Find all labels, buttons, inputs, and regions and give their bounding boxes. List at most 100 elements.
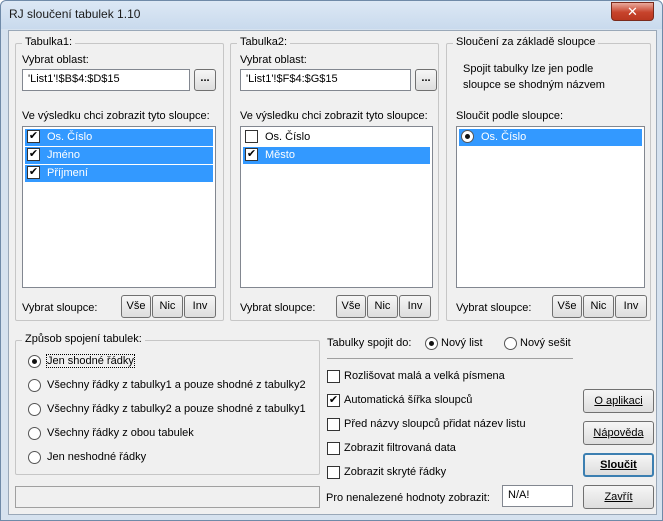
table1-select-columns-label: Vybrat sloupce: <box>22 302 98 314</box>
output-separator <box>327 358 573 359</box>
checkbox[interactable]: ✔ <box>245 148 258 161</box>
merge-select-columns-label: Vybrat sloupce: <box>456 302 532 314</box>
list-item[interactable]: Os. Číslo <box>243 129 430 146</box>
table1-columns-label: Ve výsledku chci zobrazit tyto sloupce: <box>22 110 210 122</box>
table1-group: Tabulka1: Vybrat oblast: 'List1'!$B$4:$D… <box>15 36 224 321</box>
option-label: Zobrazit skryté řádky <box>344 466 447 478</box>
radio[interactable] <box>28 451 41 464</box>
table1-select-none-button[interactable]: Nic <box>152 295 183 318</box>
output-option[interactable]: Nový list <box>425 336 495 352</box>
about-button[interactable]: O aplikaci <box>583 389 654 413</box>
radio[interactable] <box>28 355 41 368</box>
merge-columns-list: Os. Číslo <box>456 126 645 288</box>
output-option[interactable]: Nový sešit <box>504 336 579 352</box>
join-option[interactable]: Jen neshodné řádky <box>28 450 228 466</box>
join-option[interactable]: Všechny řádky z tabulky2 a pouze shodné … <box>28 402 308 418</box>
option-label: Před názvy sloupců přidat název listu <box>344 418 526 430</box>
radio[interactable] <box>425 337 438 350</box>
list-item-label: Jméno <box>47 149 81 161</box>
option-label: Zobrazit filtrovaná data <box>344 442 456 454</box>
table2-invert-selection-button[interactable]: Inv <box>399 295 431 318</box>
checkbox[interactable]: ✔ <box>27 148 40 161</box>
join-option-label: Jen shodné řádky <box>46 354 135 368</box>
list-item[interactable]: ✔ Os. Číslo <box>25 129 213 146</box>
radio[interactable] <box>28 379 41 392</box>
merge-description-line1: Spojit tabulky lze jen podle <box>463 63 594 75</box>
join-option-label: Všechny řádky z obou tabulek <box>47 427 194 439</box>
window-title: RJ sloučení tabulek 1.10 <box>9 7 141 21</box>
radio[interactable] <box>461 130 474 143</box>
option-label: Automatická šířka sloupců <box>344 394 473 406</box>
list-item[interactable]: ✔ Jméno <box>25 147 213 164</box>
join-option-label: Všechny řádky z tabulky1 a pouze shodné … <box>47 379 306 391</box>
checkbox[interactable]: ✔ <box>27 166 40 179</box>
app-window: RJ sloučení tabulek 1.10 ✕ Tabulka1: Vyb… <box>0 0 663 521</box>
list-item-label: Os. Číslo <box>265 131 311 143</box>
table2-select-all-button[interactable]: Vše <box>336 295 366 318</box>
checkbox[interactable] <box>327 370 340 383</box>
checkbox[interactable] <box>327 442 340 455</box>
checkbox[interactable]: ✔ <box>27 130 40 143</box>
merge-group: Sloučení za základě sloupce Spojit tabul… <box>446 36 651 321</box>
list-item[interactable]: Os. Číslo <box>459 129 642 146</box>
table1-select-all-button[interactable]: Vše <box>121 295 151 318</box>
output-option-label: Nový list <box>441 337 483 349</box>
join-option[interactable]: Všechny řádky z obou tabulek <box>28 426 228 442</box>
close-button[interactable]: Zavřít <box>583 485 654 509</box>
unmatched-value-input[interactable]: N/A! <box>502 485 573 507</box>
radio[interactable] <box>28 403 41 416</box>
join-option-label: Všechny řádky z tabulky2 a pouze shodné … <box>47 403 306 415</box>
status-box <box>15 486 320 508</box>
table2-range-browse-button[interactable]: ... <box>415 69 437 91</box>
close-button-label: Zavřít <box>604 491 633 503</box>
table2-select-none-button[interactable]: Nic <box>367 295 398 318</box>
list-item[interactable]: ✔ Příjmení <box>25 165 213 182</box>
table1-group-label: Tabulka1: <box>22 36 76 48</box>
list-item[interactable]: ✔ Město <box>243 147 430 164</box>
merge-button[interactable]: Sloučit <box>583 453 654 477</box>
list-item-label: Os. Číslo <box>47 131 93 143</box>
table2-range-input[interactable]: 'List1'!$F$4:$G$15 <box>240 69 411 91</box>
radio[interactable] <box>28 427 41 440</box>
title-bar: RJ sloučení tabulek 1.10 ✕ <box>1 1 662 29</box>
checkbox[interactable] <box>327 418 340 431</box>
table1-range-label: Vybrat oblast: <box>22 54 89 66</box>
option-row[interactable]: Zobrazit skryté řádky <box>327 465 577 481</box>
checkbox[interactable] <box>245 130 258 143</box>
table1-columns-list: ✔ Os. Číslo ✔ Jméno ✔ Příjmení <box>22 126 216 288</box>
join-option-label: Jen neshodné řádky <box>47 451 147 463</box>
table2-range-label: Vybrat oblast: <box>240 54 307 66</box>
table2-select-columns-label: Vybrat sloupce: <box>240 302 316 314</box>
table1-range-browse-button[interactable]: ... <box>194 69 216 91</box>
table1-range-input[interactable]: 'List1'!$B$4:$D$15 <box>22 69 190 91</box>
join-type-group: Způsob spojení tabulek: Jen shodné řádky… <box>15 333 320 475</box>
unmatched-value-label: Pro nenalezené hodnoty zobrazit: <box>326 492 490 504</box>
merge-select-all-button[interactable]: Vše <box>552 295 582 318</box>
option-row[interactable]: Rozlišovat malá a velká písmena <box>327 369 577 385</box>
option-row[interactable]: Před názvy sloupců přidat název listu <box>327 417 577 433</box>
option-row[interactable]: Zobrazit filtrovaná data <box>327 441 577 457</box>
merge-button-label: Sloučit <box>600 459 637 471</box>
join-option[interactable]: Všechny řádky z tabulky1 a pouze shodné … <box>28 378 308 394</box>
merge-group-label: Sloučení za základě sloupce <box>453 36 599 48</box>
dialog-client-area: Tabulka1: Vybrat oblast: 'List1'!$B$4:$D… <box>8 30 657 515</box>
list-item-label: Město <box>265 149 295 161</box>
checkbox[interactable] <box>327 466 340 479</box>
help-button[interactable]: Nápověda <box>583 421 654 445</box>
output-option-label: Nový sešit <box>520 337 571 349</box>
merge-select-none-button[interactable]: Nic <box>583 295 614 318</box>
option-row[interactable]: ✔ Automatická šířka sloupců <box>327 393 577 409</box>
window-close-button[interactable]: ✕ <box>611 2 654 21</box>
option-label: Rozlišovat malá a velká písmena <box>344 370 505 382</box>
merge-invert-selection-button[interactable]: Inv <box>615 295 647 318</box>
table2-group-label: Tabulka2: <box>237 36 291 48</box>
output-target-label: Tabulky spojit do: <box>327 337 412 349</box>
checkbox[interactable]: ✔ <box>327 394 340 407</box>
join-option[interactable]: Jen shodné řádky <box>28 354 168 370</box>
about-button-label: O aplikaci <box>594 395 643 407</box>
table1-invert-selection-button[interactable]: Inv <box>184 295 216 318</box>
table2-columns-list: Os. Číslo ✔ Město <box>240 126 433 288</box>
radio[interactable] <box>504 337 517 350</box>
table2-columns-label: Ve výsledku chci zobrazit tyto sloupce: <box>240 110 428 122</box>
list-item-label: Os. Číslo <box>481 131 527 143</box>
